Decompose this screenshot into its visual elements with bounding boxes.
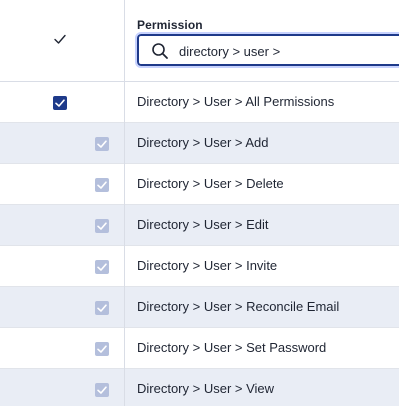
search-icon [152, 43, 168, 59]
permission-label: Directory > User > Add [137, 135, 269, 150]
table-row[interactable]: Directory > User > Delete [0, 164, 399, 205]
inherited-checkbox[interactable] [95, 178, 109, 192]
table-row[interactable]: Directory > User > All Permissions [0, 82, 399, 123]
permission-label: Directory > User > View [137, 381, 275, 396]
inherited-checkbox[interactable] [95, 260, 109, 274]
column-divider [124, 0, 125, 406]
checkmark-icon [55, 99, 65, 107]
permission-label: Directory > User > All Permissions [137, 94, 335, 109]
table-header: Permission [0, 0, 399, 82]
checkmark-icon [97, 345, 107, 353]
table-row[interactable]: Directory > User > Invite [0, 246, 399, 287]
table-row[interactable]: Directory > User > Set Password [0, 328, 399, 369]
permission-label: Directory > User > Set Password [137, 340, 327, 355]
inherited-checkbox[interactable] [95, 219, 109, 233]
permission-label: Directory > User > Delete [137, 176, 284, 191]
search-input[interactable] [179, 41, 399, 61]
check-icon[interactable] [52, 31, 68, 47]
table-row[interactable]: Directory > User > Edit [0, 205, 399, 246]
checkmark-icon [97, 263, 107, 271]
checkmark-icon [97, 386, 107, 394]
checkmark-icon [97, 304, 107, 312]
permission-label: Directory > User > Edit [137, 217, 269, 232]
permission-label: Directory > User > Invite [137, 258, 278, 273]
table-row[interactable]: Directory > User > Reconcile Email [0, 287, 399, 328]
table-row[interactable]: Directory > User > View [0, 369, 399, 406]
permission-column-title: Permission [137, 18, 203, 32]
inherited-checkbox[interactable] [95, 301, 109, 315]
row-checkbox[interactable] [53, 96, 67, 110]
permissions-table: Permission Directory > User > All Permis… [0, 0, 399, 406]
checkmark-icon [97, 140, 107, 148]
permission-search-box[interactable] [135, 32, 399, 68]
inherited-checkbox[interactable] [95, 383, 109, 397]
table-row[interactable]: Directory > User > Add [0, 123, 399, 164]
inherited-checkbox[interactable] [95, 137, 109, 151]
inherited-checkbox[interactable] [95, 342, 109, 356]
permission-label: Directory > User > Reconcile Email [137, 299, 340, 314]
checkmark-icon [97, 222, 107, 230]
checkmark-icon [97, 181, 107, 189]
